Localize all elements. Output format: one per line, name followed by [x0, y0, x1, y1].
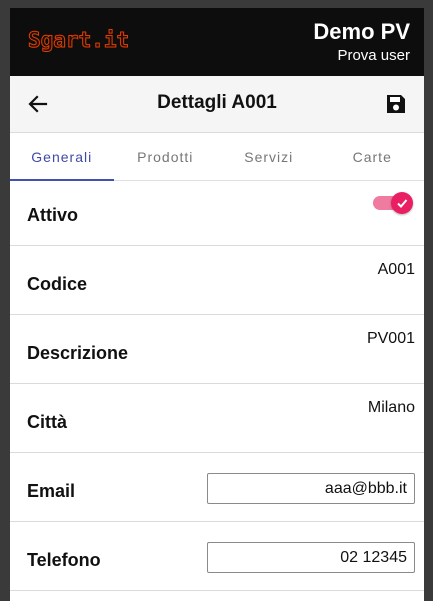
top-bar: Sgart.it Demo PV Prova user [10, 8, 424, 76]
field-row-email: Email [10, 453, 424, 522]
field-label-attivo: Attivo [27, 205, 78, 225]
email-field[interactable] [207, 473, 415, 504]
field-label-descrizione: Descrizione [27, 343, 129, 363]
tab-prodotti[interactable]: Prodotti [114, 133, 218, 180]
page-title: Dettagli A001 [157, 92, 277, 113]
field-label-codice: Codice [27, 274, 88, 294]
field-row-citta: Città Milano [10, 384, 424, 453]
telefono-field[interactable] [207, 542, 415, 573]
field-row-descrizione: Descrizione PV001 [10, 315, 424, 384]
tab-bar: Generali Prodotti Servizi Carte [10, 133, 424, 181]
check-icon [397, 199, 408, 208]
tab-generali[interactable]: Generali [10, 133, 114, 181]
page-header: Dettagli A001 [10, 76, 424, 133]
field-value-codice: A001 [377, 261, 415, 278]
field-row-telefono: Telefono [10, 522, 424, 591]
save-button[interactable] [382, 90, 410, 118]
field-row-codice: Codice A001 [10, 246, 424, 315]
field-label-telefono: Telefono [27, 550, 101, 570]
toggle-thumb [391, 192, 413, 214]
field-value-descrizione: PV001 [366, 330, 415, 347]
tab-carte[interactable]: Carte [321, 133, 425, 180]
field-label-citta: Città [27, 412, 67, 432]
floppy-disk-icon [387, 95, 405, 113]
user-info: Demo PV Prova user [313, 20, 410, 66]
tab-servizi[interactable]: Servizi [217, 133, 321, 180]
field-row-attivo: Attivo [10, 181, 424, 246]
attivo-toggle[interactable] [373, 192, 413, 214]
app-frame: Sgart.it Demo PV Prova user Dettagli A00… [10, 8, 424, 601]
user-name: Demo PV [313, 19, 410, 44]
field-value-citta: Milano [367, 399, 415, 416]
app-logo: Sgart.it [27, 28, 130, 53]
user-role: Prova user [337, 47, 410, 64]
field-label-email: Email [27, 481, 76, 501]
